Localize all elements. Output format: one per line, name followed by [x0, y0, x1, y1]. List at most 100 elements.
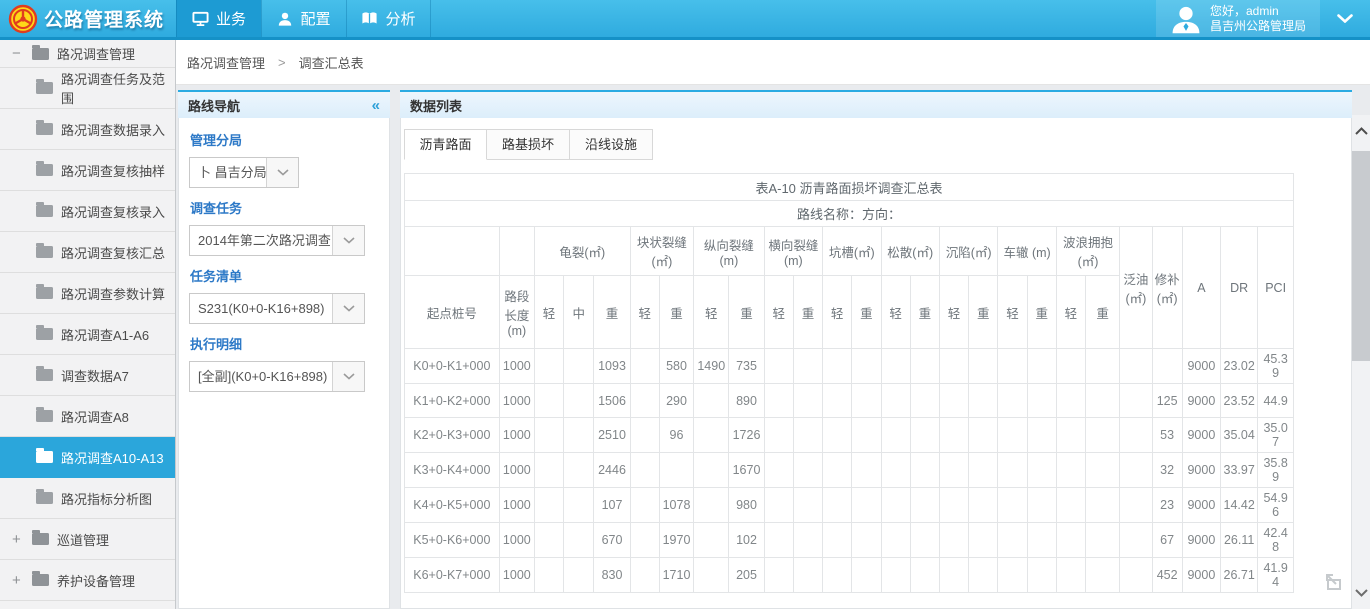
cell: 9000 — [1182, 349, 1220, 384]
scroll-down-icon[interactable] — [1352, 579, 1370, 607]
cell: K2+0-K3+000 — [405, 418, 500, 453]
survey-task-select[interactable]: 2014年第二次路况调查 — [189, 225, 365, 256]
cell — [910, 523, 939, 558]
folder-icon — [36, 492, 53, 504]
content-area: 路线导航 « 管理分局 卜 昌吉分局 调查任务 2014年第二次路 — [176, 85, 1370, 609]
execution-detail-select[interactable]: [全副](K0+0-K16+898) — [189, 361, 365, 392]
folder-icon — [36, 410, 53, 422]
sidebar-item[interactable]: 路况调查任务及范围 — [0, 68, 175, 109]
column-header: 路段长度(m) — [499, 276, 534, 349]
chevron-down-icon[interactable] — [332, 226, 364, 255]
column-group-header: 坑槽(㎡) — [823, 227, 881, 276]
sidebar-item[interactable]: 路况指标分析图 — [0, 478, 175, 519]
user-icon — [277, 11, 293, 27]
scrollbar-thumb[interactable] — [1352, 151, 1370, 361]
table-row: K3+0-K4+00010002446167032900033.9735.89 — [405, 453, 1294, 488]
column-group-header: 松散(㎡) — [881, 227, 939, 276]
vertical-scrollbar[interactable] — [1352, 115, 1370, 609]
sidebar-item[interactable]: 路况调查A10-A13 — [0, 437, 175, 478]
cell — [939, 349, 968, 384]
tab-subgrade-damage[interactable]: 路基损坏 — [487, 129, 570, 160]
sidebar-item-label: 巡道管理 — [57, 530, 109, 549]
collapse-panel-icon[interactable]: « — [372, 97, 380, 114]
cell: 9000 — [1182, 384, 1220, 418]
chevron-down-icon[interactable] — [266, 158, 298, 187]
cell — [881, 453, 910, 488]
cell — [998, 453, 1027, 488]
cell — [881, 349, 910, 384]
sidebar-item[interactable]: 路况调查复核抽样 — [0, 150, 175, 191]
chevron-down-icon[interactable] — [332, 294, 364, 323]
breadcrumb-item[interactable]: 路况调查管理 — [187, 53, 265, 72]
nav-tab-config[interactable]: 配置 — [261, 0, 346, 37]
sidebar-item-label: 路况调查复核抽样 — [61, 161, 165, 180]
cell — [1056, 453, 1085, 488]
breadcrumb-item-current[interactable]: 调查汇总表 — [299, 53, 364, 72]
select-value: 2014年第二次路况调查 — [190, 226, 332, 255]
tab-asphalt-pavement[interactable]: 沥青路面 — [404, 129, 487, 160]
cell: 54.96 — [1258, 488, 1294, 523]
table-row: K1+0-K2+00010001506290890125900023.5244.… — [405, 384, 1294, 418]
nav-tab-business[interactable]: 业务 — [176, 0, 261, 37]
avatar-icon — [1170, 4, 1202, 34]
cell — [1027, 384, 1056, 418]
nav-tab-analysis[interactable]: 分析 — [346, 0, 431, 37]
cell — [969, 453, 998, 488]
column-header: 重 — [910, 276, 939, 349]
data-list-panel: 数据列表 沥青路面 路基损坏 沿线设施 表A-10 沥青路面损坏调查汇总表路线名… — [400, 90, 1352, 609]
tab-bar: 沥青路面 路基损坏 沿线设施 — [404, 129, 1351, 160]
user-info[interactable]: 您好，admin 昌吉州公路管理局 — [1156, 0, 1320, 37]
expand-icon[interactable]: + — [12, 572, 32, 589]
cell — [793, 349, 822, 384]
chevron-down-icon[interactable] — [332, 362, 364, 391]
nav-label: 业务 — [216, 8, 246, 29]
table-row: K2+0-K3+0001000251096172653900035.0435.0… — [405, 418, 1294, 453]
field-label: 管理分局 — [190, 130, 379, 149]
sidebar-item[interactable]: + 巡道管理 — [0, 519, 175, 560]
sidebar-item[interactable]: 路况调查参数计算 — [0, 273, 175, 314]
column-header: 重 — [729, 276, 764, 349]
column-group-header: 波浪拥抱(㎡) — [1056, 227, 1119, 276]
cell — [969, 558, 998, 593]
cell — [881, 523, 910, 558]
scroll-up-icon[interactable] — [1352, 117, 1370, 145]
cell — [1086, 349, 1120, 384]
sidebar-item[interactable]: 路况调查A1-A6 — [0, 314, 175, 355]
column-header: 轻 — [881, 276, 910, 349]
cell — [1086, 488, 1120, 523]
cell — [564, 453, 594, 488]
sidebar-item[interactable]: −路况调查管理 — [0, 40, 175, 68]
cell: 1726 — [729, 418, 764, 453]
cell — [694, 418, 729, 453]
cell: 1670 — [729, 453, 764, 488]
popout-icon[interactable] — [1322, 570, 1346, 599]
sidebar-item[interactable]: +养护设备管理 — [0, 560, 175, 601]
management-branch-select[interactable]: 卜 昌吉分局 — [189, 157, 299, 188]
cell — [881, 488, 910, 523]
sidebar-item[interactable]: 路况调查A8 — [0, 396, 175, 437]
column-group-header: 龟裂(㎡) — [534, 227, 630, 276]
sidebar-item[interactable]: 路况调查数据录入 — [0, 109, 175, 150]
column-header: 重 — [1027, 276, 1056, 349]
cell — [694, 453, 729, 488]
cell — [823, 349, 852, 384]
sidebar-item[interactable]: 路况调查复核录入 — [0, 191, 175, 232]
task-list-select[interactable]: S231(K0+0-K16+898) — [189, 293, 365, 324]
sidebar-item[interactable]: 路况调查复核汇总 — [0, 232, 175, 273]
cell — [969, 349, 998, 384]
cell: K6+0-K7+000 — [405, 558, 500, 593]
collapse-icon[interactable]: − — [12, 45, 32, 62]
expand-icon[interactable]: + — [12, 531, 32, 548]
app-title: 公路管理系统 — [44, 5, 164, 32]
cell — [998, 418, 1027, 453]
data-list-header: 数据列表 — [400, 90, 1352, 118]
cell — [910, 384, 939, 418]
cell — [939, 418, 968, 453]
sidebar-item[interactable]: 调查数据A7 — [0, 355, 175, 396]
sidebar-menu: −路况调查管理路况调查任务及范围路况调查数据录入路况调查复核抽样路况调查复核录入… — [0, 40, 176, 609]
cell — [793, 523, 822, 558]
tab-roadside-facilities[interactable]: 沿线设施 — [570, 129, 653, 160]
user-menu-toggle[interactable] — [1320, 0, 1370, 37]
cell: 9000 — [1182, 523, 1220, 558]
column-header: 修补(㎡) — [1152, 227, 1182, 349]
